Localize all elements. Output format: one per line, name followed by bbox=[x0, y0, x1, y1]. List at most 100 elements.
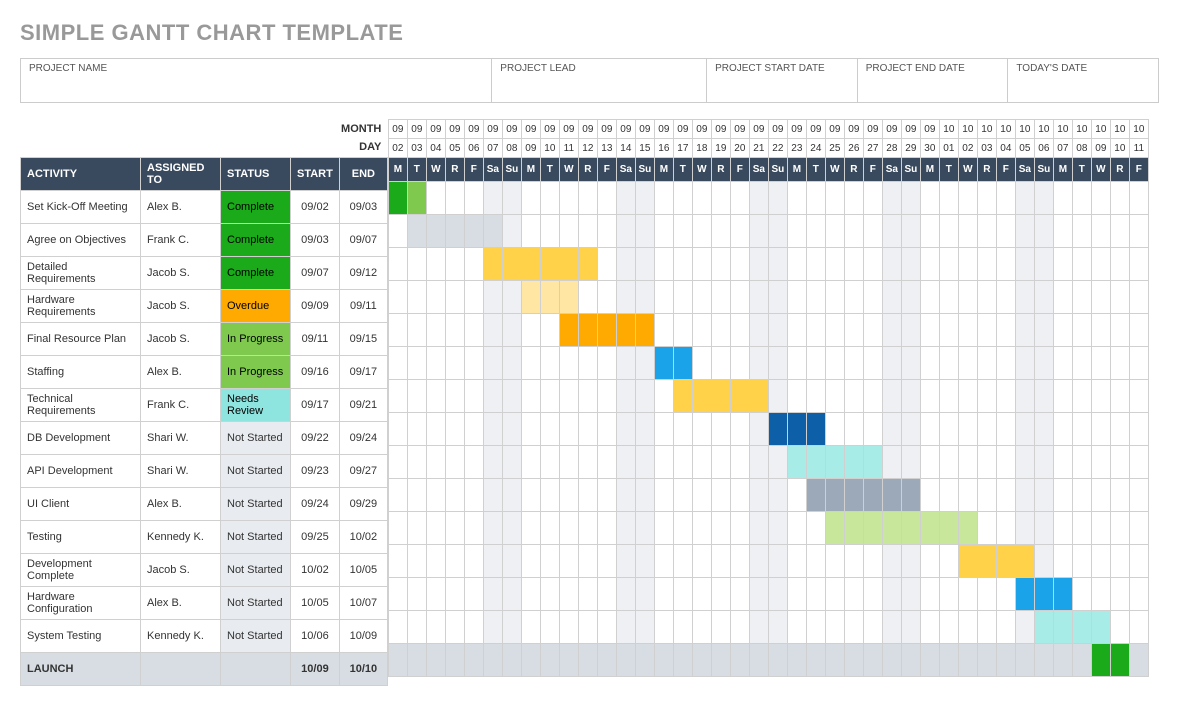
gantt-cell[interactable] bbox=[977, 644, 996, 677]
gantt-cell[interactable] bbox=[844, 248, 863, 281]
gantt-cell[interactable] bbox=[1129, 347, 1148, 380]
end-cell[interactable]: 09/29 bbox=[339, 487, 387, 520]
gantt-cell[interactable] bbox=[1053, 545, 1072, 578]
gantt-cell[interactable] bbox=[502, 347, 521, 380]
gantt-cell[interactable] bbox=[388, 182, 407, 215]
gantt-cell[interactable] bbox=[1110, 446, 1129, 479]
gantt-cell[interactable] bbox=[806, 611, 825, 644]
gantt-cell[interactable] bbox=[977, 611, 996, 644]
gantt-cell[interactable] bbox=[483, 479, 502, 512]
gantt-cell[interactable] bbox=[958, 314, 977, 347]
status-cell[interactable]: Not Started bbox=[221, 421, 291, 454]
gantt-cell[interactable] bbox=[1053, 512, 1072, 545]
gantt-cell[interactable] bbox=[768, 512, 787, 545]
gantt-cell[interactable] bbox=[426, 578, 445, 611]
gantt-cell[interactable] bbox=[920, 413, 939, 446]
gantt-cell[interactable] bbox=[1034, 611, 1053, 644]
assigned-cell[interactable]: Frank C. bbox=[141, 223, 221, 256]
gantt-cell[interactable] bbox=[1091, 314, 1110, 347]
gantt-cell[interactable] bbox=[939, 644, 958, 677]
gantt-cell[interactable] bbox=[711, 644, 730, 677]
gantt-cell[interactable] bbox=[654, 347, 673, 380]
gantt-cell[interactable] bbox=[939, 248, 958, 281]
gantt-cell[interactable] bbox=[464, 347, 483, 380]
gantt-cell[interactable] bbox=[426, 215, 445, 248]
gantt-cell[interactable] bbox=[787, 215, 806, 248]
gantt-cell[interactable] bbox=[692, 644, 711, 677]
gantt-cell[interactable] bbox=[920, 446, 939, 479]
gantt-cell[interactable] bbox=[958, 446, 977, 479]
gantt-cell[interactable] bbox=[445, 644, 464, 677]
gantt-cell[interactable] bbox=[521, 578, 540, 611]
activity-cell[interactable]: DB Development bbox=[21, 421, 141, 454]
gantt-cell[interactable] bbox=[578, 413, 597, 446]
start-cell[interactable]: 09/24 bbox=[291, 487, 340, 520]
assigned-cell[interactable]: Shari W. bbox=[141, 454, 221, 487]
gantt-cell[interactable] bbox=[939, 314, 958, 347]
gantt-cell[interactable] bbox=[863, 446, 882, 479]
gantt-cell[interactable] bbox=[388, 380, 407, 413]
gantt-cell[interactable] bbox=[407, 446, 426, 479]
gantt-cell[interactable] bbox=[749, 380, 768, 413]
gantt-cell[interactable] bbox=[901, 578, 920, 611]
gantt-cell[interactable] bbox=[407, 479, 426, 512]
gantt-cell[interactable] bbox=[445, 446, 464, 479]
assigned-cell[interactable]: Kennedy K. bbox=[141, 520, 221, 553]
gantt-cell[interactable] bbox=[1053, 611, 1072, 644]
gantt-cell[interactable] bbox=[502, 182, 521, 215]
gantt-cell[interactable] bbox=[1091, 380, 1110, 413]
gantt-cell[interactable] bbox=[426, 611, 445, 644]
gantt-cell[interactable] bbox=[692, 314, 711, 347]
gantt-cell[interactable] bbox=[1091, 578, 1110, 611]
activity-cell[interactable]: System Testing bbox=[21, 619, 141, 652]
gantt-cell[interactable] bbox=[692, 281, 711, 314]
gantt-cell[interactable] bbox=[806, 446, 825, 479]
gantt-cell[interactable] bbox=[464, 578, 483, 611]
gantt-cell[interactable] bbox=[654, 512, 673, 545]
end-cell[interactable]: 10/09 bbox=[339, 619, 387, 652]
gantt-cell[interactable] bbox=[1129, 446, 1148, 479]
gantt-cell[interactable] bbox=[654, 578, 673, 611]
gantt-cell[interactable] bbox=[1053, 644, 1072, 677]
gantt-cell[interactable] bbox=[863, 479, 882, 512]
gantt-cell[interactable] bbox=[1110, 578, 1129, 611]
gantt-cell[interactable] bbox=[578, 281, 597, 314]
gantt-cell[interactable] bbox=[768, 446, 787, 479]
gantt-cell[interactable] bbox=[825, 347, 844, 380]
gantt-cell[interactable] bbox=[464, 512, 483, 545]
gantt-cell[interactable] bbox=[958, 512, 977, 545]
gantt-cell[interactable] bbox=[616, 545, 635, 578]
gantt-cell[interactable] bbox=[977, 446, 996, 479]
gantt-cell[interactable] bbox=[464, 380, 483, 413]
gantt-cell[interactable] bbox=[464, 215, 483, 248]
gantt-cell[interactable] bbox=[730, 578, 749, 611]
gantt-cell[interactable] bbox=[1110, 611, 1129, 644]
gantt-cell[interactable] bbox=[692, 413, 711, 446]
project-lead-input[interactable] bbox=[492, 76, 706, 102]
gantt-cell[interactable] bbox=[825, 578, 844, 611]
gantt-cell[interactable] bbox=[920, 248, 939, 281]
gantt-cell[interactable] bbox=[958, 578, 977, 611]
gantt-cell[interactable] bbox=[1034, 314, 1053, 347]
gantt-cell[interactable] bbox=[977, 413, 996, 446]
gantt-cell[interactable] bbox=[407, 347, 426, 380]
gantt-cell[interactable] bbox=[654, 182, 673, 215]
gantt-cell[interactable] bbox=[635, 380, 654, 413]
gantt-cell[interactable] bbox=[749, 347, 768, 380]
gantt-cell[interactable] bbox=[787, 413, 806, 446]
gantt-cell[interactable] bbox=[958, 545, 977, 578]
gantt-cell[interactable] bbox=[445, 512, 464, 545]
gantt-cell[interactable] bbox=[654, 611, 673, 644]
gantt-cell[interactable] bbox=[977, 314, 996, 347]
gantt-cell[interactable] bbox=[787, 347, 806, 380]
gantt-cell[interactable] bbox=[578, 380, 597, 413]
gantt-cell[interactable] bbox=[540, 479, 559, 512]
gantt-cell[interactable] bbox=[1034, 281, 1053, 314]
gantt-cell[interactable] bbox=[616, 215, 635, 248]
gantt-cell[interactable] bbox=[882, 380, 901, 413]
gantt-cell[interactable] bbox=[730, 248, 749, 281]
gantt-cell[interactable] bbox=[768, 545, 787, 578]
gantt-cell[interactable] bbox=[863, 413, 882, 446]
gantt-cell[interactable] bbox=[407, 281, 426, 314]
gantt-cell[interactable] bbox=[483, 281, 502, 314]
